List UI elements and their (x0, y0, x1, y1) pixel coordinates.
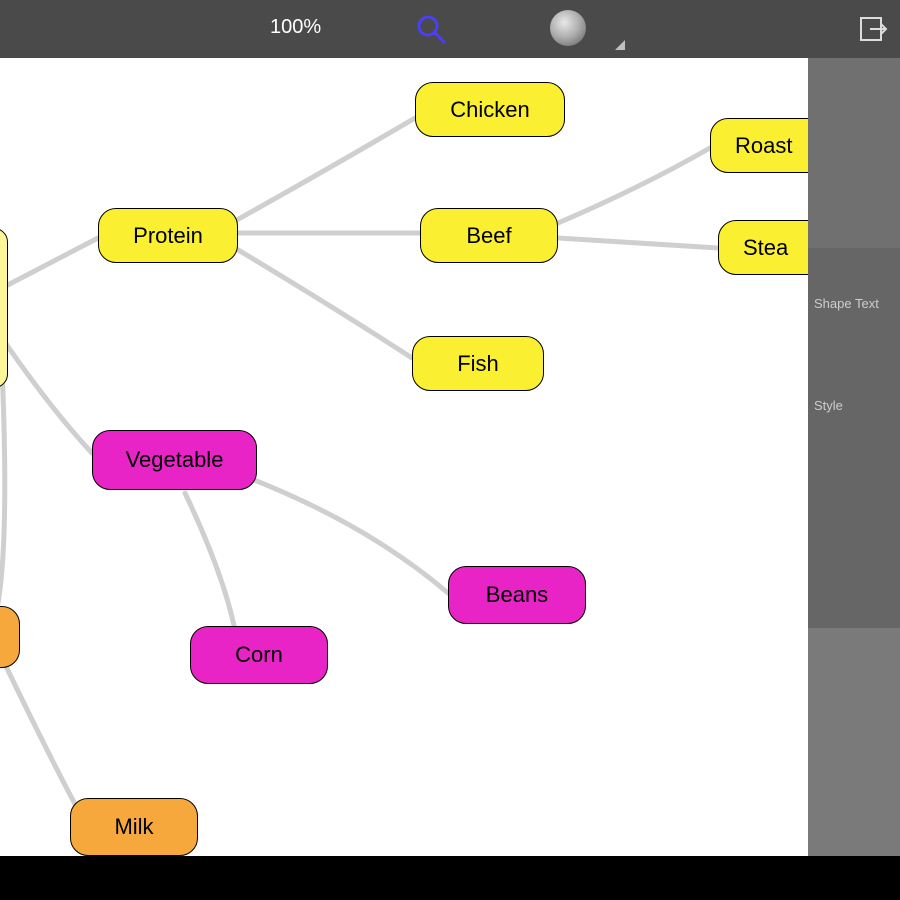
node-label: Fish (457, 351, 499, 377)
sidebar: Shape Text Style (808, 58, 900, 856)
node-chicken[interactable]: Chicken (415, 82, 565, 137)
node-label: Stea (743, 235, 788, 261)
node-vegetable[interactable]: Vegetable (92, 430, 257, 490)
node-beans[interactable]: Beans (448, 566, 586, 624)
node-fish[interactable]: Fish (412, 336, 544, 391)
export-icon[interactable] (858, 14, 888, 44)
sidebar-panel-bottom[interactable] (808, 628, 900, 856)
node-steak[interactable]: Stea (718, 220, 808, 275)
node-label: Chicken (450, 97, 529, 123)
color-picker-button[interactable] (550, 10, 586, 46)
sidebar-panel-mid[interactable]: Shape Text Style (808, 248, 900, 628)
node-milk[interactable]: Milk (70, 798, 198, 856)
sidebar-panel-top[interactable] (808, 58, 900, 248)
node-roast[interactable]: Roast (710, 118, 808, 173)
zoom-level[interactable]: 100% (270, 16, 321, 39)
diagram-canvas[interactable]: Protein Chicken Beef Fish Roast Stea Veg… (0, 58, 808, 856)
node-corn[interactable]: Corn (190, 626, 328, 684)
node-label: Beef (466, 223, 511, 249)
node-protein[interactable]: Protein (98, 208, 238, 263)
node-dairy[interactable] (0, 606, 20, 668)
node-label: Vegetable (126, 447, 224, 473)
bottom-bar (0, 856, 900, 900)
color-dropdown-indicator (615, 40, 625, 50)
node-label: Beans (486, 582, 548, 608)
panel-label-shape-text: Shape Text (814, 296, 879, 311)
search-icon[interactable] (414, 12, 448, 46)
node-label: Corn (235, 642, 283, 668)
node-root[interactable] (0, 228, 8, 388)
app-root: 100% (0, 0, 900, 900)
node-label: Protein (133, 223, 203, 249)
node-label: Milk (114, 814, 153, 840)
node-label: Roast (735, 133, 792, 159)
node-beef[interactable]: Beef (420, 208, 558, 263)
top-toolbar: 100% (0, 0, 900, 58)
panel-label-style: Style (814, 398, 843, 413)
